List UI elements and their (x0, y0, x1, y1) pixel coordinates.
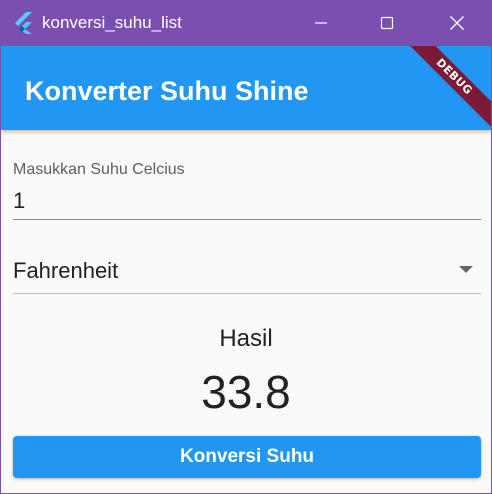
dropdown-arrow-icon (459, 266, 473, 273)
maximize-button[interactable] (364, 0, 410, 46)
window-titlebar[interactable]: konversi_suhu_list (0, 0, 492, 46)
flutter-logo-icon (15, 12, 32, 34)
result-label: Hasil (219, 325, 273, 352)
app-bar: Konverter Suhu Shine DEBUG (1, 46, 491, 137)
celsius-input-label: Masukkan Suhu Celcius (13, 161, 185, 178)
unit-dropdown[interactable]: Fahrenheit (13, 246, 481, 294)
app-window: konversi_suhu_list Konverter Suhu Shine … (0, 0, 492, 494)
minimize-button[interactable] (298, 0, 344, 46)
window-title: konversi_suhu_list (42, 13, 182, 32)
minimize-icon (315, 22, 327, 24)
debug-banner: DEBUG (394, 46, 491, 137)
convert-button[interactable]: Konversi Suhu (13, 436, 481, 478)
result-value: 33.8 (201, 366, 291, 418)
dropdown-selected-value: Fahrenheit (13, 258, 119, 283)
page-title: Konverter Suhu Shine (25, 76, 309, 106)
app-content: Konverter Suhu Shine DEBUG Masukkan Suhu… (1, 46, 491, 493)
close-button[interactable] (434, 0, 480, 46)
celsius-input[interactable] (13, 182, 481, 220)
close-icon (450, 16, 464, 30)
maximize-icon (380, 16, 394, 30)
